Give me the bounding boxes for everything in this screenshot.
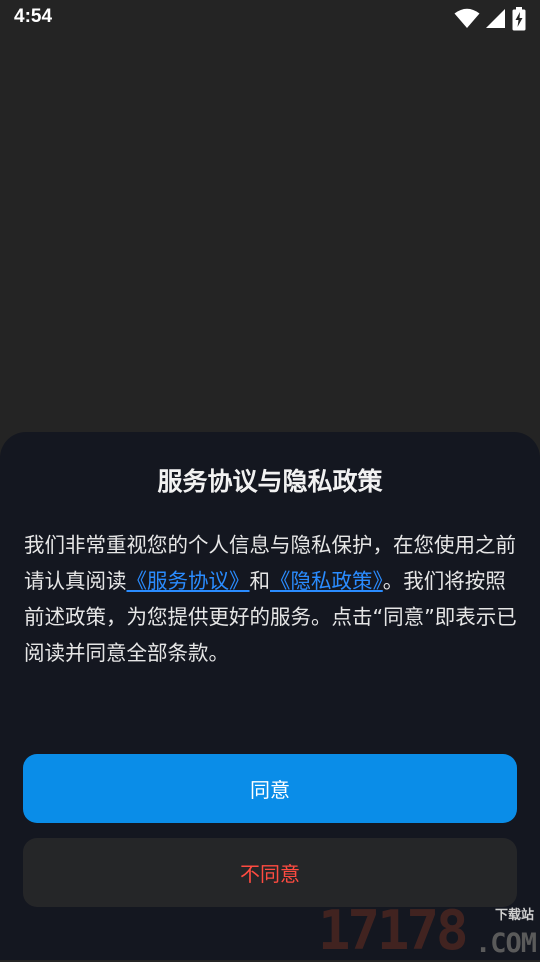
consent-bottom-sheet: 服务协议与隐私政策 我们非常重视您的个人信息与隐私保护，在您使用之前请认真阅读《… bbox=[0, 432, 540, 960]
wifi-icon bbox=[454, 8, 480, 28]
disagree-button[interactable]: 不同意 bbox=[23, 838, 517, 907]
status-time: 4:54 bbox=[14, 6, 53, 27]
watermark-label: 下载站 bbox=[494, 908, 534, 923]
watermark-domain: .COM bbox=[474, 928, 537, 959]
service-agreement-link[interactable]: 《服务协议》 bbox=[127, 569, 250, 593]
battery-charging-icon bbox=[512, 7, 526, 31]
privacy-policy-link[interactable]: 《隐私政策》 bbox=[270, 569, 383, 593]
body-conjunction: 和 bbox=[249, 569, 271, 593]
agree-button[interactable]: 同意 bbox=[23, 754, 517, 823]
dialog-body: 我们非常重视您的个人信息与隐私保护，在您使用之前请认真阅读《服务协议》和《隐私政… bbox=[24, 527, 518, 671]
signal-icon bbox=[486, 9, 505, 28]
watermark-number: 17178 bbox=[318, 899, 469, 962]
site-watermark: 17178 下载站 .COM bbox=[316, 898, 540, 960]
status-bar: 4:54 bbox=[0, 0, 540, 38]
dialog-title: 服务协议与隐私政策 bbox=[157, 467, 383, 496]
